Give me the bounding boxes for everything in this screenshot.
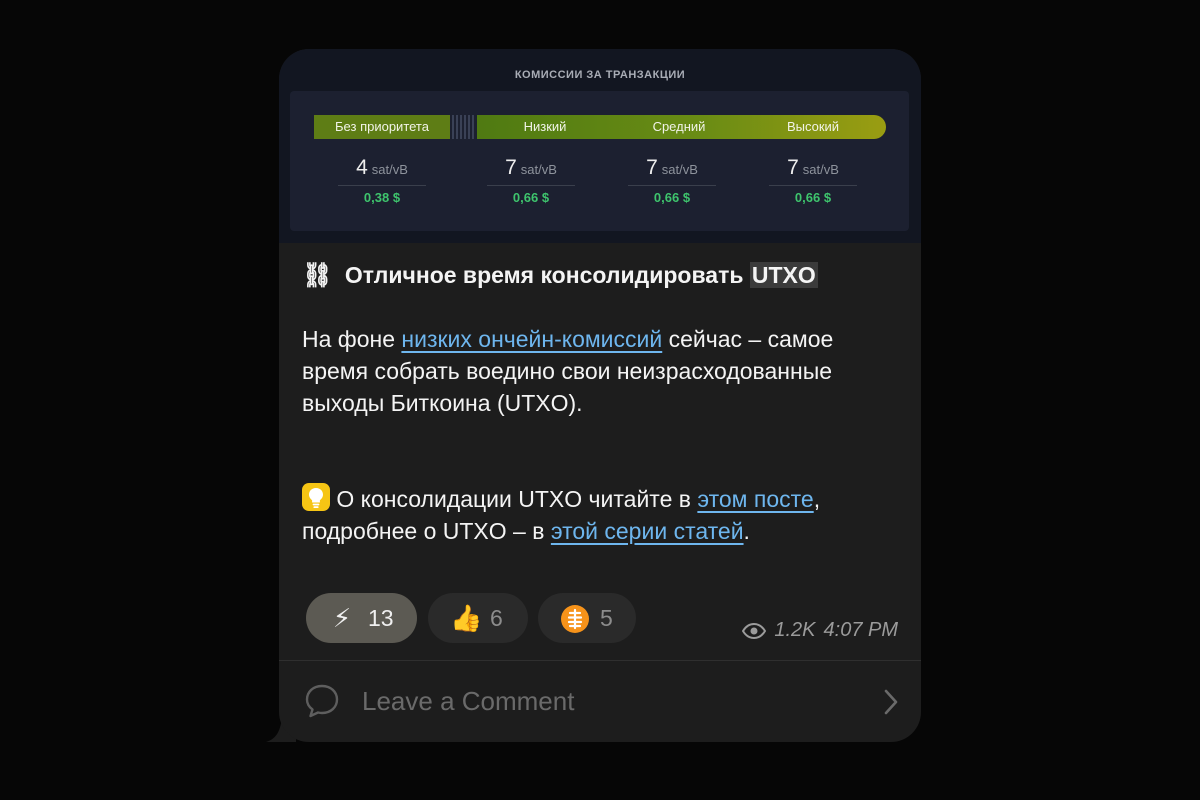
thumbs-up-icon: 👍	[450, 602, 483, 633]
fee-bar-separator	[452, 115, 474, 139]
fee-image-title: КОМИССИИ ЗА ТРАНЗАКЦИИ	[514, 69, 686, 81]
reaction-thumbs-up[interactable]: 👍 6	[428, 593, 528, 643]
fee-tier-value: 7 sat/vB 0,66 $	[481, 153, 581, 205]
fee-usd: 0,66 $	[653, 190, 691, 205]
fee-rate: 7	[646, 156, 658, 179]
view-count: 1.2K	[774, 619, 816, 641]
para-text: О консолидации UTXO читайте в	[336, 486, 691, 512]
fee-unit: sat/vB	[661, 162, 698, 177]
divider	[338, 185, 426, 186]
fee-unit: sat/vB	[520, 162, 557, 177]
post-paragraph-1: На фоне низких ончейн-комиссий сейчас – …	[302, 323, 902, 419]
chain-icon: ⛓	[302, 262, 333, 289]
fee-rate: 7	[505, 156, 517, 179]
this-post-link[interactable]: этом посте	[697, 486, 813, 512]
reaction-count: 5	[600, 604, 613, 631]
lightning-icon: ⚡	[332, 602, 352, 633]
fee-tier-value: 7 sat/vB 0,66 $	[763, 153, 863, 205]
lightbulb-icon	[302, 483, 330, 511]
fee-unit: sat/vB	[371, 162, 408, 177]
coin-icon	[560, 602, 589, 634]
fee-tier-label: Высокий	[786, 119, 840, 134]
article-series-link[interactable]: этой серии статей	[551, 518, 744, 544]
divider	[628, 185, 716, 186]
message-meta: 1.2K 4:07 PM	[742, 619, 898, 642]
headline-text: Отличное время консолидировать	[344, 262, 744, 288]
fee-rate: 7	[787, 156, 799, 179]
message-time: 4:07 PM	[823, 619, 898, 641]
post-headline: ⛓ Отличное время консолидировать UTXO	[302, 259, 902, 292]
para-text: На фоне	[302, 326, 395, 352]
fee-tier-label: Средний	[652, 119, 706, 134]
comment-placeholder: Leave a Comment	[362, 686, 575, 716]
reaction-lightning[interactable]: ⚡ 13	[306, 593, 417, 643]
comment-bubble-icon	[305, 684, 339, 718]
fee-tier-value: 7 sat/vB 0,66 $	[622, 153, 722, 205]
fee-usd: 0,66 $	[512, 190, 550, 205]
fee-usd: 0,38 $	[363, 190, 401, 205]
reaction-coin[interactable]: 5	[538, 593, 636, 643]
reaction-count: 6	[490, 604, 503, 631]
divider	[769, 185, 857, 186]
fee-tier-value: 4 sat/vB 0,38 $	[332, 153, 432, 205]
post-paragraph-2: О консолидации UTXO читайте в этом посте…	[302, 483, 902, 547]
leave-comment-button[interactable]: Leave a Comment	[279, 661, 921, 742]
reaction-count: 13	[368, 604, 394, 631]
para-text: .	[743, 518, 750, 544]
fee-tier-label: Без приоритета	[335, 119, 429, 134]
chevron-right-icon	[884, 689, 898, 715]
message-bubble: КОМИССИИ ЗА ТРАНЗАКЦИИ Без приоритета Ни…	[279, 49, 921, 742]
eye-icon	[742, 622, 767, 639]
headline-highlight: UTXO	[749, 262, 818, 288]
low-fees-link[interactable]: низких ончейн-комиссий	[401, 326, 662, 352]
divider	[487, 185, 575, 186]
fee-unit: sat/vB	[802, 162, 839, 177]
fee-usd: 0,66 $	[794, 190, 832, 205]
fee-tier-label: Низкий	[523, 119, 567, 134]
fee-image[interactable]: КОМИССИИ ЗА ТРАНЗАКЦИИ Без приоритета Ни…	[279, 49, 921, 243]
fee-rate: 4	[356, 156, 368, 179]
